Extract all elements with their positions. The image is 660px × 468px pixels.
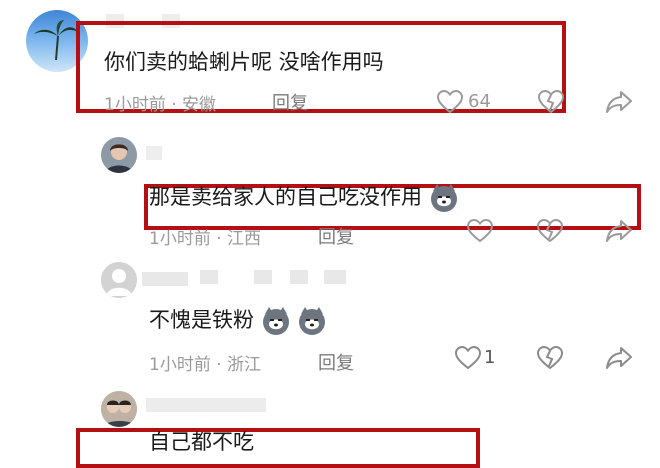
username-blur — [142, 272, 188, 286]
comment-time-location: 1小时前 · 安徽 — [104, 95, 217, 115]
husky-dog-emoji — [262, 307, 289, 335]
avatar[interactable] — [101, 137, 137, 173]
comment-text-body: 那是卖给家人的自己吃没作用 — [149, 185, 422, 209]
husky-dog-emoji — [430, 184, 457, 212]
username-blur — [324, 270, 346, 284]
user-photo-icon — [101, 137, 137, 173]
username-blur — [254, 270, 272, 284]
heart-outline-icon[interactable] — [437, 90, 463, 114]
broken-heart-icon[interactable] — [538, 90, 564, 114]
comment-time-location: 1小时前 · 浙江 — [149, 355, 262, 375]
username-blur — [200, 270, 218, 284]
comment-text: 自己都不吃 — [149, 430, 254, 454]
comment-text: 你们卖的蛤蜊片呢 没啥作用吗 — [104, 50, 384, 74]
highlight-box — [76, 428, 480, 468]
comment-time-location: 1小时前 · 江西 — [149, 229, 262, 249]
default-user-icon — [101, 262, 137, 298]
broken-heart-icon[interactable] — [537, 346, 563, 370]
palm-tree-icon — [34, 20, 78, 60]
reply-button[interactable]: 回复 — [318, 223, 354, 249]
like-count: 64 — [468, 91, 491, 112]
reply-button[interactable]: 回复 — [318, 349, 354, 375]
like-count: 1 — [484, 347, 496, 368]
reply-button[interactable]: 回复 — [272, 89, 308, 115]
avatar[interactable] — [101, 391, 137, 427]
share-arrow-icon[interactable] — [606, 90, 632, 114]
heart-outline-icon[interactable] — [455, 346, 481, 370]
husky-dog-emoji — [299, 307, 326, 335]
avatar[interactable] — [101, 262, 137, 298]
comment-text-body: 不愧是铁粉 — [149, 308, 254, 332]
share-arrow-icon[interactable] — [606, 219, 632, 243]
broken-heart-icon[interactable] — [537, 219, 563, 243]
username-blur — [290, 270, 308, 284]
comment-text: 那是卖给家人的自己吃没作用 — [149, 181, 459, 213]
heart-outline-icon[interactable] — [467, 219, 493, 243]
username-blur — [146, 398, 266, 412]
comment-text: 不愧是铁粉 — [149, 304, 327, 336]
username-blur — [146, 146, 162, 160]
user-photo-icon — [101, 391, 137, 427]
share-arrow-icon[interactable] — [606, 346, 632, 370]
